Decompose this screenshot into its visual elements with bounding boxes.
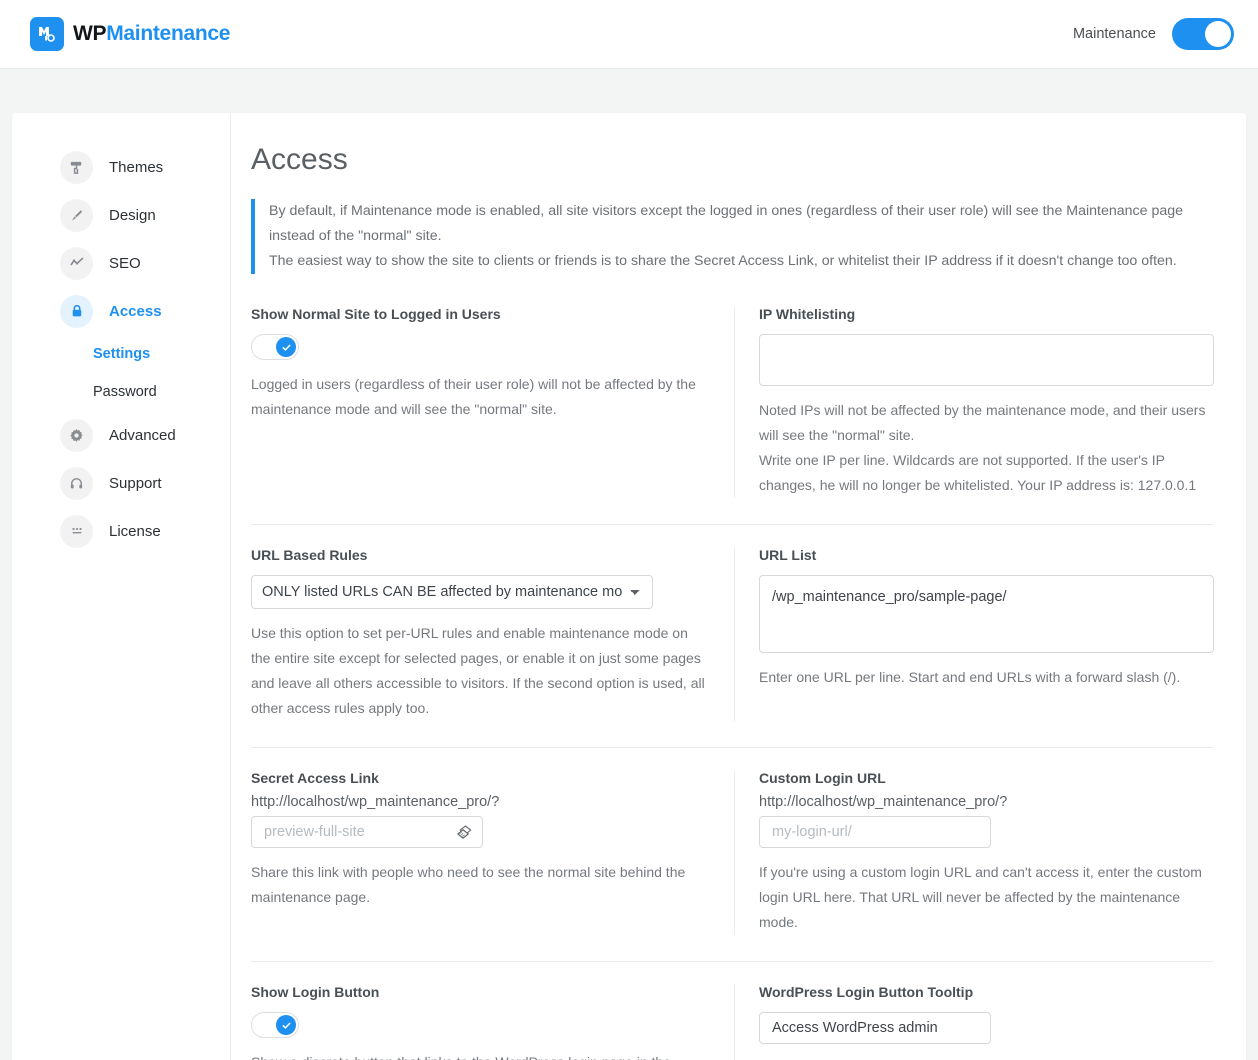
url-list-label: URL List <box>759 547 817 563</box>
page-body: Themes Design SEO Access Settings Passwo… <box>0 69 1258 1060</box>
toggle-knob <box>276 1015 296 1035</box>
sidebar-subitem-settings[interactable]: Settings <box>12 335 230 373</box>
top-bar: WPMaintenance Maintenance <box>0 0 1258 69</box>
ip-whitelisting-textarea[interactable] <box>759 334 1214 386</box>
show-normal-site-help: Logged in users (regardless of their use… <box>251 376 696 417</box>
sidebar-nav: Themes Design SEO Access Settings Passwo… <box>12 113 231 1060</box>
notice-line-2: The easiest way to show the site to clie… <box>269 253 1177 269</box>
sidebar-subitem-password[interactable]: Password <box>12 373 230 411</box>
secret-access-link-input[interactable] <box>251 816 483 848</box>
secret-access-link-label: Secret Access Link <box>251 770 379 786</box>
settings-row-url-rules: URL Based Rules ONLY listed URLs CAN BE … <box>251 524 1214 747</box>
login-button-tooltip-input-wrap <box>759 1012 991 1044</box>
show-normal-site-field: Show Normal Site to Logged in Users Logg… <box>251 306 735 498</box>
custom-login-url-prefix: http://localhost/wp_maintenance_pro/? <box>759 794 1008 810</box>
sidebar-item-themes[interactable]: Themes <box>12 143 230 191</box>
maintenance-mode-toggle[interactable] <box>1172 18 1234 50</box>
sidebar-item-label: License <box>109 522 161 540</box>
show-normal-site-label: Show Normal Site to Logged in Users <box>251 306 501 322</box>
show-login-button-help: Show a discrete button that links to the… <box>251 1050 708 1060</box>
custom-login-url-input[interactable] <box>759 816 991 848</box>
login-button-tooltip-field: WordPress Login Button Tooltip Text for … <box>735 984 1214 1060</box>
login-button-tooltip-help: Text for the "Access WordPress admin" bu… <box>759 1056 1214 1060</box>
url-based-rules-label: URL Based Rules <box>251 547 368 563</box>
settings-card: Themes Design SEO Access Settings Passwo… <box>12 113 1246 1060</box>
sidebar-item-seo[interactable]: SEO <box>12 239 230 287</box>
secret-access-link-input-wrap <box>251 816 483 848</box>
maintenance-toggle-group: Maintenance <box>1073 18 1234 50</box>
url-list-field: URL List Enter one URL per line. Start a… <box>735 547 1214 721</box>
sidebar-item-access[interactable]: Access <box>12 287 230 335</box>
ip-whitelisting-label: IP Whitelisting <box>759 306 856 322</box>
sidebar-item-license[interactable]: License <box>12 507 230 555</box>
access-info-notice: By default, if Maintenance mode is enabl… <box>251 199 1214 274</box>
ip-whitelisting-help-1: Noted IPs will not be affected by the ma… <box>759 402 1206 443</box>
secret-access-link-prefix: http://localhost/wp_maintenance_pro/? <box>251 794 500 810</box>
maintenance-toggle-label: Maintenance <box>1072 26 1156 42</box>
notice-line-1: By default, if Maintenance mode is enabl… <box>269 203 1184 244</box>
sidebar-item-design[interactable]: Design <box>12 191 230 239</box>
sidebar-item-label: SEO <box>109 254 141 272</box>
brush-icon <box>60 198 93 232</box>
brand-maintenance-text: Maintenance <box>106 22 231 45</box>
custom-login-url-help: If you're using a custom login URL and c… <box>759 864 1202 930</box>
url-list-textarea[interactable] <box>759 575 1214 653</box>
gear-icon <box>60 418 93 452</box>
custom-login-url-input-wrap <box>759 816 991 848</box>
sidebar-item-label: Support <box>109 474 162 492</box>
show-login-button-label: Show Login Button <box>251 984 380 1000</box>
settings-row-links: Secret Access Link http://localhost/wp_m… <box>251 747 1214 961</box>
sidebar-item-label: Themes <box>109 158 164 176</box>
custom-login-url-label: Custom Login URL <box>759 770 886 786</box>
settings-row-login-button: Show Login Button Show a discrete button… <box>251 961 1214 1060</box>
login-button-tooltip-label: WordPress Login Button Tooltip <box>759 984 974 1000</box>
brand-logo: WPMaintenance <box>30 17 230 51</box>
maintenance-toggle-knob <box>1205 21 1231 47</box>
dots-icon <box>60 514 93 548</box>
show-login-button-toggle[interactable] <box>251 1012 299 1038</box>
sidebar-item-advanced[interactable]: Advanced <box>12 411 230 459</box>
show-normal-site-toggle[interactable] <box>251 334 299 360</box>
brand-title: WPMaintenance <box>73 22 230 46</box>
show-login-button-field: Show Login Button Show a discrete button… <box>251 984 735 1060</box>
main-content: Access By default, if Maintenance mode i… <box>231 113 1246 1060</box>
login-button-tooltip-input[interactable] <box>759 1012 991 1044</box>
url-based-rules-select[interactable]: ONLY listed URLs CAN BE affected by main… <box>251 575 653 609</box>
sidebar-item-label: Design <box>109 206 156 224</box>
url-based-rules-field: URL Based Rules ONLY listed URLs CAN BE … <box>251 547 735 721</box>
sidebar-item-label: Access <box>109 302 162 320</box>
settings-row-logged-in-users: Show Normal Site to Logged in Users Logg… <box>251 306 1214 524</box>
secret-access-link-field: Secret Access Link http://localhost/wp_m… <box>251 770 735 935</box>
analytics-icon <box>60 246 93 280</box>
url-based-rules-help: Use this option to set per-URL rules and… <box>251 625 705 716</box>
paint-roller-icon <box>60 150 93 184</box>
secret-access-link-help: Share this link with people who need to … <box>251 864 686 905</box>
ip-whitelisting-help-2: Write one IP per line. Wildcards are not… <box>759 452 1197 493</box>
ip-whitelisting-field: IP Whitelisting Noted IPs will not be af… <box>735 306 1214 498</box>
brand-wp-text: WP <box>73 22 107 45</box>
dice-icon[interactable] <box>451 819 477 845</box>
custom-login-url-field: Custom Login URL http://localhost/wp_mai… <box>735 770 1214 935</box>
headset-icon <box>60 466 93 500</box>
sidebar-item-support[interactable]: Support <box>12 459 230 507</box>
page-title: Access <box>251 143 348 176</box>
url-list-help: Enter one URL per line. Start and end UR… <box>759 669 1181 685</box>
sidebar-item-label: Advanced <box>109 426 176 444</box>
wp-maintenance-logo-icon <box>30 17 64 51</box>
toggle-knob <box>276 337 296 357</box>
lock-icon <box>60 294 93 328</box>
